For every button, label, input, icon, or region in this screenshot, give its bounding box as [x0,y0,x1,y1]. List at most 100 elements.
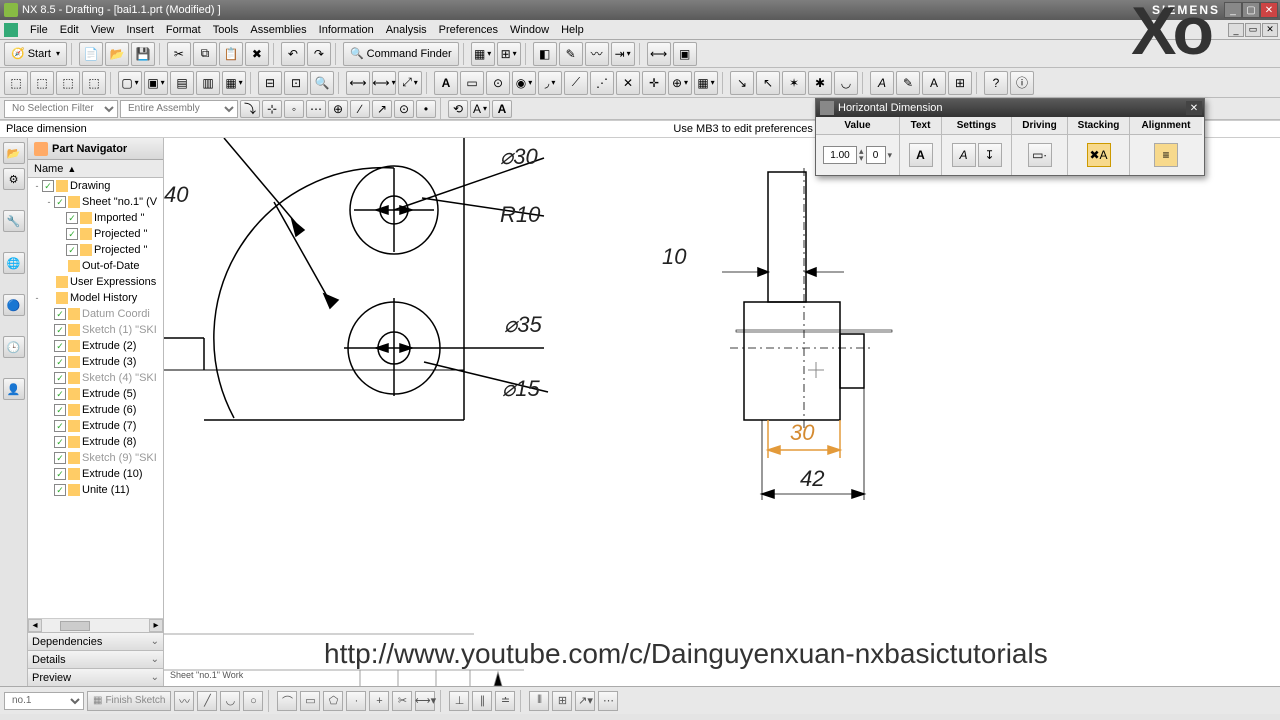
history-tab[interactable]: 🕒 [3,336,25,358]
dim3-icon[interactable]: 🔍 [310,71,334,95]
mdi-minimize[interactable]: _ [1228,23,1244,37]
hor-dim-icon[interactable]: ⟷ [346,71,370,95]
tree-row[interactable]: -Model History [28,290,163,306]
tree-row[interactable]: Out-of-Date [28,258,163,274]
par-dim-icon[interactable]: ⤢▾ [398,71,422,95]
tree-row[interactable]: ✓Extrude (7) [28,418,163,434]
minimize-button[interactable]: _ [1224,2,1242,18]
sk-fillet-icon[interactable]: ⌒ [277,691,297,711]
mdi-close[interactable]: ✕ [1262,23,1278,37]
aa1-icon[interactable]: A [870,71,894,95]
aa4-icon[interactable]: ⊞ [948,71,972,95]
aa3-icon[interactable]: A [922,71,946,95]
settings-arrow-button[interactable]: ↧ [978,143,1002,167]
tree-row[interactable]: ✓Extrude (10) [28,466,163,482]
snap10-icon[interactable]: ⟲ [448,100,468,118]
sk-arc-icon[interactable]: ◡ [220,691,240,711]
balloon-icon[interactable]: ◉▾ [512,71,536,95]
menu-tools[interactable]: Tools [207,22,245,38]
snap8-icon[interactable]: ⊙ [394,100,414,118]
assembly-nav-tab[interactable]: ⚙ [3,168,25,190]
menu-help[interactable]: Help [555,22,590,38]
sk-proj-icon[interactable]: ↗▾ [575,691,595,711]
sketch-icon[interactable]: ✎ [559,42,583,66]
dim1-icon[interactable]: ⊟ [258,71,282,95]
snap3-icon[interactable]: ◦ [284,100,304,118]
ver-dim-icon[interactable]: ⟷▾ [372,71,396,95]
cut-icon[interactable]: ✂ [167,42,191,66]
sk-line-icon[interactable]: ╱ [197,691,217,711]
snap2-icon[interactable]: ⊹ [262,100,282,118]
dim2-icon[interactable]: ⊡ [284,71,308,95]
sk-mirror-icon[interactable]: ⦀ [529,691,549,711]
tree-hscroll[interactable]: ◂▸ [28,618,163,632]
sk-trim-icon[interactable]: ✂ [392,691,412,711]
value-input[interactable] [823,146,857,164]
roles-tab[interactable]: 👤 [3,378,25,400]
surf-icon[interactable]: ◞▾ [538,71,562,95]
delete-icon[interactable]: ✖ [245,42,269,66]
sk-more-icon[interactable]: ⋯ [598,691,618,711]
tree-row[interactable]: ✓Projected " [28,242,163,258]
dim-inf-icon[interactable]: ⟷ [647,42,671,66]
sk-c1-icon[interactable]: ⊥ [449,691,469,711]
dialog-title-bar[interactable]: Horizontal Dimension ✕ [816,99,1204,117]
stacking-button[interactable]: ✖A [1087,143,1111,167]
target-icon[interactable]: ⊕▾ [668,71,692,95]
tree-row[interactable]: ✓Extrude (5) [28,386,163,402]
text-a-icon[interactable]: A [434,71,458,95]
new-icon[interactable]: 📄 [79,42,103,66]
sel4-icon[interactable]: ⬚ [82,71,106,95]
hd3d-tab[interactable]: 🔵 [3,294,25,316]
tree-row[interactable]: ✓Datum Coordi [28,306,163,322]
column-header[interactable]: Name▲ [28,160,163,178]
text-style-button[interactable]: A [909,143,933,167]
menu-information[interactable]: Information [313,22,380,38]
table-icon[interactable]: ▦▾ [694,71,718,95]
tree-row[interactable]: ✓Unite (11) [28,482,163,498]
menu-insert[interactable]: Insert [120,22,160,38]
preview-section[interactable]: Preview⌄ [28,668,163,686]
curve-icon[interactable]: 〰 [585,42,609,66]
maximize-button[interactable]: ▢ [1242,2,1260,18]
tree-row[interactable]: ✓Projected " [28,226,163,242]
open-icon[interactable]: 📂 [105,42,129,66]
paste-icon[interactable]: 📋 [219,42,243,66]
alignment-button[interactable]: ≡ [1154,143,1178,167]
snap4-icon[interactable]: ⋯ [306,100,326,118]
decimal-input[interactable] [866,146,886,164]
command-finder[interactable]: 🔍Command Finder [343,42,459,66]
menu-analysis[interactable]: Analysis [380,22,433,38]
drawing-canvas[interactable]: ⌀30 R10 ⌀35 ⌀15 40 [164,138,1280,686]
sel2-icon[interactable]: ⬚ [30,71,54,95]
int-icon[interactable]: ✱ [808,71,832,95]
driving-button[interactable]: ▭∙ [1028,143,1052,167]
tree-row[interactable]: ✓Sketch (9) "SKI [28,450,163,466]
snap7-icon[interactable]: ↗ [372,100,392,118]
close-button[interactable]: ✕ [1260,2,1278,18]
menu-format[interactable]: Format [160,22,207,38]
center-icon[interactable]: ✕ [616,71,640,95]
sk-rect-icon[interactable]: ▭ [300,691,320,711]
menu-preferences[interactable]: Preferences [433,22,504,38]
tree-row[interactable]: ✓Extrude (3) [28,354,163,370]
sk-poly-icon[interactable]: ⬠ [323,691,343,711]
gdt-icon[interactable]: ▭ [460,71,484,95]
help-icon[interactable]: ? [984,71,1008,95]
view2-icon[interactable]: ▣▾ [144,71,168,95]
menu-assemblies[interactable]: Assemblies [244,22,312,38]
save-icon[interactable]: 💾 [131,42,155,66]
hatch-icon[interactable]: ⋰ [590,71,614,95]
tree-row[interactable]: -✓Sheet "no.1" (V [28,194,163,210]
aa2-icon[interactable]: ✎ [896,71,920,95]
view5-icon[interactable]: ▦▾ [222,71,246,95]
tree-row[interactable]: ✓Sketch (4) "SKI [28,370,163,386]
tree-row[interactable]: ✓Imported " [28,210,163,226]
tree-row[interactable]: User Expressions [28,274,163,290]
finish-sketch-button[interactable]: ▦ Finish Sketch [87,691,171,711]
datum-icon[interactable]: ◧ [533,42,557,66]
constraint-tab[interactable]: 🔧 [3,210,25,232]
mid-icon[interactable]: ✶ [782,71,806,95]
dependencies-section[interactable]: Dependencies⌄ [28,632,163,650]
tree-row[interactable]: -✓Drawing [28,178,163,194]
